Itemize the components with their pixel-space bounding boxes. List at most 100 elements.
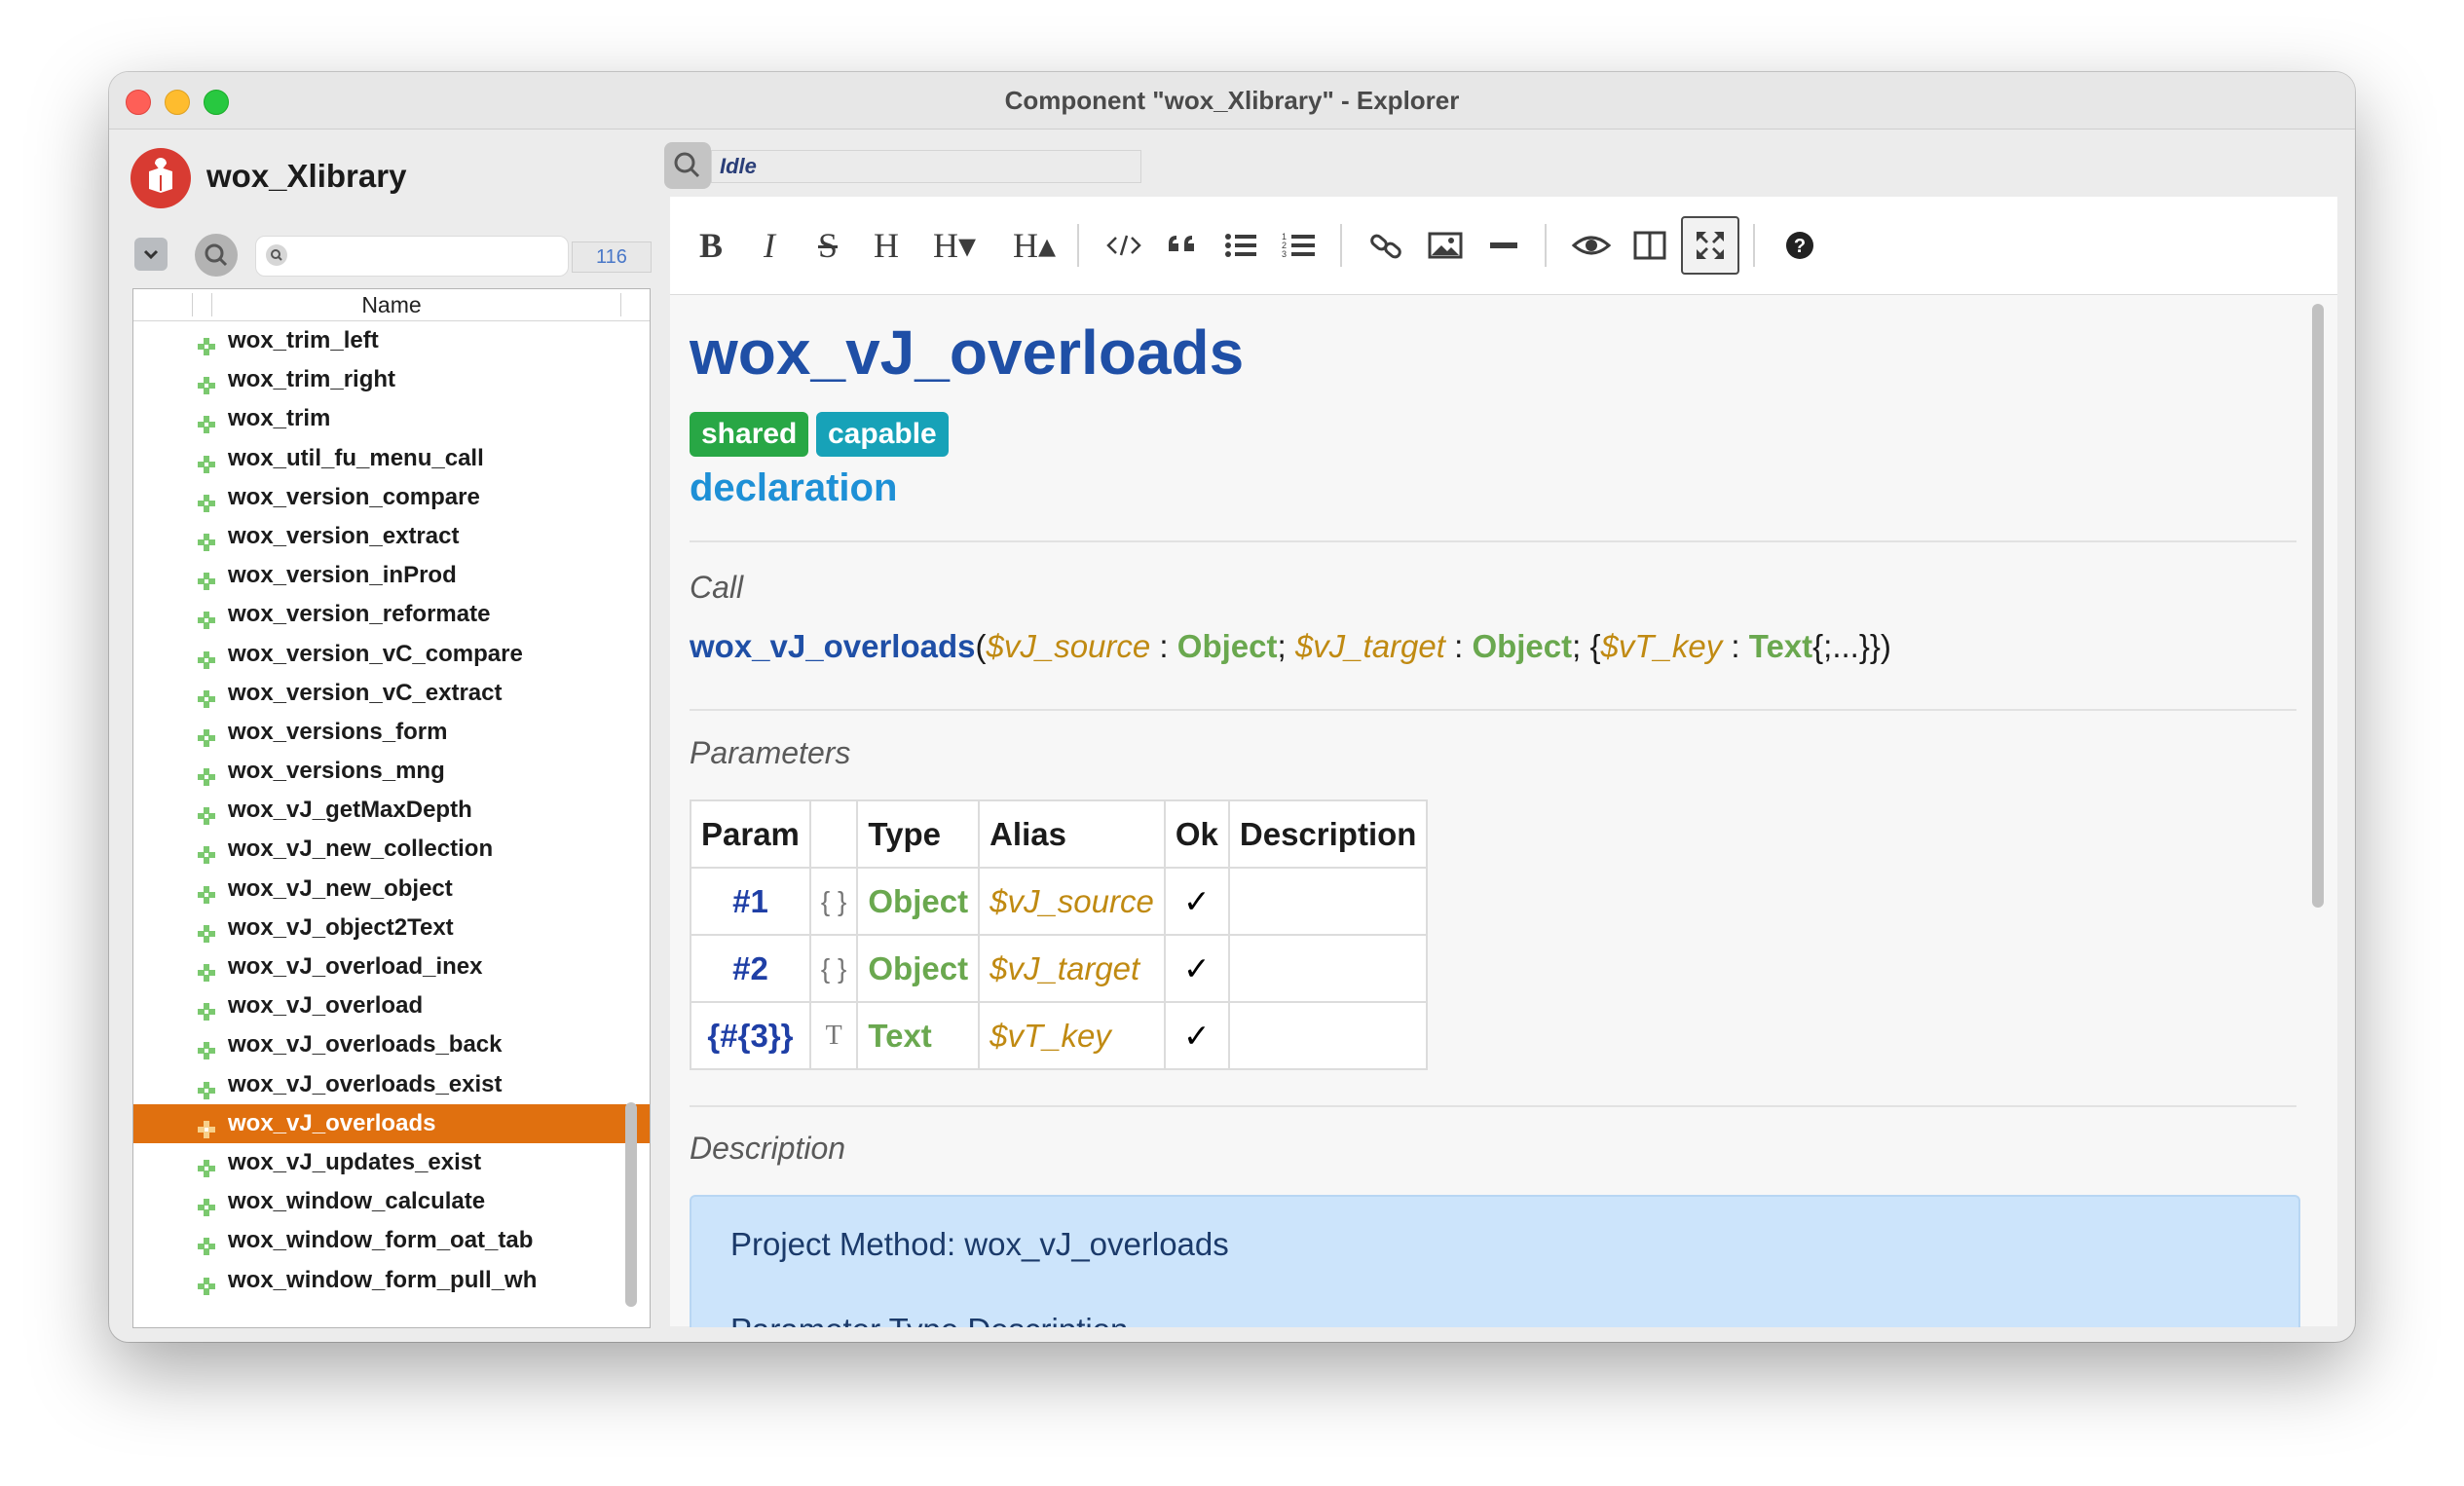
svg-text:3: 3: [1282, 249, 1287, 259]
bold-icon[interactable]: B: [684, 218, 738, 273]
list-item[interactable]: wox_vJ_new_object: [133, 870, 650, 909]
description-line: Project Method: wox_vJ_overloads: [730, 1226, 1229, 1262]
method-icon: [196, 566, 217, 591]
list-item-label: wox_version_vC_compare: [228, 640, 523, 667]
italic-icon[interactable]: I: [742, 218, 797, 273]
method-icon: [196, 684, 217, 708]
title-bar: Component "wox_Xlibrary" - Explorer: [109, 72, 2355, 130]
column-header-name[interactable]: Name: [133, 289, 650, 321]
list-item[interactable]: wox_vJ_new_collection: [133, 830, 650, 869]
heading-smaller-icon[interactable]: H▾: [917, 218, 991, 273]
list-item[interactable]: wox_vJ_overload: [133, 986, 650, 1025]
link-icon[interactable]: [1360, 218, 1414, 273]
list-item-label: wox_window_calculate: [228, 1188, 486, 1215]
method-icon: [196, 1153, 217, 1177]
list-item-label: wox_version_compare: [228, 483, 480, 510]
code-icon[interactable]: [1097, 218, 1151, 273]
col-type: Type: [856, 799, 981, 869]
list-item[interactable]: wox_window_form_pull_wh: [133, 1261, 650, 1300]
declaration-link[interactable]: declaration: [690, 466, 897, 510]
strikethrough-icon[interactable]: S: [801, 218, 855, 273]
list-item[interactable]: wox_version_vC_extract: [133, 674, 650, 713]
ordered-list-icon[interactable]: 123: [1272, 218, 1326, 273]
list-item[interactable]: wox_version_reformate: [133, 595, 650, 634]
method-icon: [196, 527, 217, 551]
list-item[interactable]: wox_window_form_oat_tab: [133, 1221, 650, 1260]
col-param: Param: [690, 799, 811, 869]
list-item-label: wox_util_fu_menu_call: [228, 444, 484, 471]
image-icon[interactable]: [1418, 218, 1473, 273]
list-item-label: wox_version_inProd: [228, 562, 457, 589]
list-item[interactable]: wox_vJ_overloads_back: [133, 1025, 650, 1064]
badge-capable: capable: [816, 412, 949, 457]
unordered-list-icon[interactable]: [1213, 218, 1268, 273]
status-text: Idle: [720, 154, 757, 178]
list-item[interactable]: wox_version_compare: [133, 478, 650, 517]
editor-scrollbar[interactable]: [2312, 304, 2324, 908]
method-icon: [196, 370, 217, 395]
list-item[interactable]: wox_util_fu_menu_call: [133, 439, 650, 478]
list-item-label: wox_trim: [228, 405, 331, 432]
list-item-label: wox_versions_mng: [228, 758, 445, 785]
document-preview: wox_vJ_overloads shared capable declarat…: [670, 295, 2326, 1327]
list-item[interactable]: wox_window_calculate: [133, 1182, 650, 1221]
list-scrollbar[interactable]: [625, 1102, 637, 1307]
list-item[interactable]: wox_version_extract: [133, 517, 650, 556]
list-item-label: wox_trim_left: [228, 327, 379, 353]
quote-icon[interactable]: [1155, 218, 1210, 273]
find-icon[interactable]: [664, 142, 711, 189]
help-icon[interactable]: ?: [1773, 218, 1827, 273]
list-item[interactable]: wox_trim_right: [133, 360, 650, 399]
editor-toolbar: B I S H H▾ H▴ 123 ?: [670, 197, 2337, 295]
fullscreen-icon[interactable]: [1681, 216, 1739, 275]
collapse-dropdown-button[interactable]: [134, 238, 168, 271]
method-icon: [196, 762, 217, 787]
method-icon: [196, 1192, 217, 1217]
status-field: Idle: [711, 150, 1141, 183]
list-item[interactable]: wox_version_vC_compare: [133, 635, 650, 674]
table-row: #1 { } Object $vJ_source ✓: [690, 867, 1429, 936]
list-item[interactable]: wox_vJ_updates_exist: [133, 1143, 650, 1182]
method-icon: [196, 409, 217, 434]
call-heading: Call: [690, 570, 744, 605]
list-item[interactable]: wox_versions_mng: [133, 752, 650, 791]
method-icon: [196, 839, 217, 865]
list-item[interactable]: wox_vJ_overload_inex: [133, 947, 650, 986]
list-item-label: wox_version_vC_extract: [228, 679, 503, 706]
list-item[interactable]: wox_vJ_overloads: [133, 1103, 650, 1143]
method-icon: [196, 1035, 217, 1060]
description-block: Project Method: wox_vJ_overloads Paramet…: [690, 1195, 2300, 1327]
list-item[interactable]: wox_version_inProd: [133, 556, 650, 595]
list-item[interactable]: wox_versions_form: [133, 713, 650, 752]
parameters-heading: Parameters: [690, 735, 851, 770]
list-item-label: wox_vJ_overload: [228, 992, 424, 1020]
svg-text:?: ?: [1794, 236, 1806, 257]
method-icon: [196, 1271, 217, 1295]
method-icon: [196, 879, 217, 904]
col-icon: [808, 799, 859, 869]
method-icon: [196, 957, 217, 982]
list-item-label: wox_version_extract: [228, 522, 460, 549]
list-item[interactable]: wox_trim: [133, 399, 650, 438]
horizontal-rule-icon[interactable]: [1476, 218, 1531, 273]
description-heading: Description: [690, 1131, 846, 1166]
list-item[interactable]: wox_vJ_overloads_exist: [133, 1065, 650, 1104]
side-by-side-icon[interactable]: [1623, 218, 1677, 273]
method-icon: [196, 605, 217, 630]
list-item-label: wox_window_form_oat_tab: [228, 1227, 534, 1254]
method-icon: [196, 996, 217, 1022]
preview-icon[interactable]: [1564, 218, 1619, 273]
heading-bigger-icon[interactable]: H▴: [997, 218, 1071, 273]
list-item[interactable]: wox_trim_left: [133, 321, 650, 360]
search-toggle-button[interactable]: [195, 234, 238, 277]
explorer-window: Component "wox_Xlibrary" - Explorer wox_…: [109, 72, 2355, 1342]
list-item[interactable]: wox_vJ_object2Text: [133, 909, 650, 947]
list-item[interactable]: wox_vJ_getMaxDepth: [133, 791, 650, 830]
method-list[interactable]: Name wox_trim_left wox_trim_right wox_trim…: [132, 288, 651, 1328]
badge-shared: shared: [690, 412, 809, 457]
list-item-label: wox_vJ_new_collection: [228, 836, 494, 863]
list-item-label: wox_window_form_pull_wh: [228, 1266, 538, 1293]
list-search-input[interactable]: [255, 236, 569, 277]
list-item-label: wox_vJ_new_object: [228, 874, 453, 902]
heading-icon[interactable]: H: [859, 218, 914, 273]
